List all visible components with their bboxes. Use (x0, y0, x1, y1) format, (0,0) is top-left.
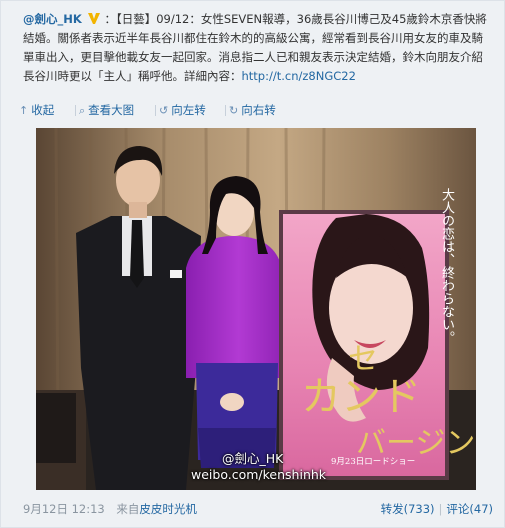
source-link[interactable]: 皮皮时光机 (139, 502, 197, 516)
author-link[interactable]: @劍心_HK (23, 12, 82, 26)
rotate-left-button[interactable]: ↺ 向左转 (159, 101, 206, 120)
repost-button[interactable]: 转发(733) (381, 502, 435, 516)
detail-link[interactable]: http://t.cn/z8NGC22 (242, 69, 356, 83)
post-photo[interactable]: 大人の恋は、終わらない。 セ カンド バージン 9月23日ロードショー @劍心_… (36, 128, 476, 490)
collapse-button[interactable]: ↑ 收起 (19, 101, 54, 120)
view-large-button[interactable]: ⌕ 查看大图 (79, 101, 134, 120)
toolbar-divider (75, 105, 76, 116)
toolbar-divider (225, 105, 226, 116)
v-badge-icon (88, 13, 101, 24)
watermark-handle: @劍心_HK (222, 451, 284, 466)
weibo-repost-card: @劍心_HK ：【日藝】09/12：女性SEVEN報導，36歲長谷川博己及45歲… (0, 0, 505, 528)
rotate-right-button[interactable]: ↻ 向右转 (229, 101, 276, 120)
rotate-left-icon: ↺ (159, 104, 169, 117)
post-time[interactable]: 9月12日 12:13 (23, 502, 105, 516)
zoom-icon: ⌕ (79, 104, 86, 117)
poster-title-part-2: カンド (301, 374, 421, 420)
poster-release-date: 9月23日ロードショー (331, 457, 416, 467)
rotate-right-icon: ↻ (229, 104, 239, 117)
poster-tagline: 大人の恋は、終わらない。 (439, 188, 454, 344)
post-actions: 转发(733) | 评论(47) (381, 501, 493, 517)
toolbar-divider (155, 105, 156, 116)
watermark-url: weibo.com/kenshinhk (191, 467, 327, 482)
post-text: @劍心_HK ：【日藝】09/12：女性SEVEN報導，36歲長谷川博己及45歲… (23, 10, 493, 86)
source-prefix: 来自 (116, 502, 140, 516)
comment-button[interactable]: 评论(47) (446, 502, 493, 516)
action-divider: | (438, 502, 443, 516)
collapse-icon: ↑ (19, 104, 29, 117)
post-footer: 9月12日 12:13 来自皮皮时光机 转发(733) | 评论(47) (23, 501, 493, 517)
